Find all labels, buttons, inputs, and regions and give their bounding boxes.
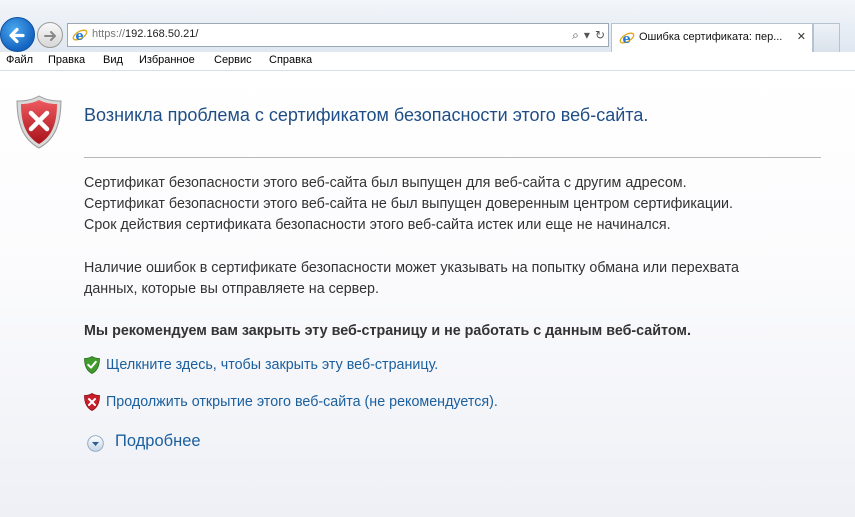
page-content: Возникла проблема с сертификатом безопас… bbox=[0, 71, 855, 517]
warning-line-2: данных, которые вы отправляете на сервер… bbox=[84, 281, 379, 297]
tab-active[interactable]: e Ошибка сертификата: пер... ✕ bbox=[611, 23, 813, 52]
svg-text:e: e bbox=[76, 29, 84, 43]
search-icon[interactable]: ⌕ bbox=[572, 27, 579, 43]
menu-file[interactable]: Файл bbox=[6, 54, 33, 66]
ie-tab-icon: e bbox=[619, 32, 635, 46]
address-bar[interactable]: e https://192.168.50.21/ ⌕ ▾ ↻ bbox=[67, 23, 609, 47]
shield-check-icon bbox=[84, 356, 100, 374]
more-info-link[interactable]: Подробнее bbox=[115, 432, 201, 451]
browser-chrome: e https://192.168.50.21/ ⌕ ▾ ↻ e Ошибка … bbox=[0, 0, 855, 52]
reason-3: Срок действия сертификата безопасности э… bbox=[84, 217, 671, 233]
menu-view[interactable]: Вид bbox=[103, 54, 123, 66]
menu-bar: Файл Правка Вид Избранное Сервис Справка bbox=[0, 52, 855, 71]
page-title: Возникла проблема с сертификатом безопас… bbox=[84, 105, 649, 125]
back-button[interactable] bbox=[0, 17, 35, 52]
svg-text:e: e bbox=[623, 32, 631, 46]
menu-favorites[interactable]: Избранное bbox=[139, 54, 195, 66]
menu-tools[interactable]: Сервис bbox=[214, 54, 252, 66]
warning-line-1: Наличие ошибок в сертификате безопасност… bbox=[84, 260, 739, 276]
forward-arrow-icon bbox=[44, 31, 56, 41]
shield-error-icon bbox=[16, 95, 62, 149]
close-tab-icon[interactable]: ✕ bbox=[797, 30, 806, 43]
url-text: https://192.168.50.21/ bbox=[92, 28, 199, 40]
menu-edit[interactable]: Правка bbox=[48, 54, 85, 66]
menu-help[interactable]: Справка bbox=[269, 54, 312, 66]
new-tab-button[interactable] bbox=[813, 23, 840, 52]
tab-title: Ошибка сертификата: пер... bbox=[639, 31, 783, 43]
expand-chevron-icon[interactable] bbox=[87, 435, 104, 452]
reason-2: Сертификат безопасности этого веб-сайта … bbox=[84, 196, 734, 212]
back-arrow-icon bbox=[9, 27, 25, 44]
forward-button[interactable] bbox=[37, 22, 63, 48]
divider bbox=[84, 157, 821, 158]
continue-link[interactable]: Продолжить открытие этого веб-сайта (не … bbox=[106, 394, 498, 410]
shield-error-small-icon bbox=[84, 393, 100, 411]
ie-icon: e bbox=[72, 29, 88, 43]
reason-1: Сертификат безопасности этого веб-сайта … bbox=[84, 175, 687, 191]
close-page-link[interactable]: Щелкните здесь, чтобы закрыть эту веб-ст… bbox=[106, 357, 438, 373]
dropdown-arrow-icon[interactable]: ▾ bbox=[584, 27, 590, 43]
refresh-icon[interactable]: ↻ bbox=[595, 27, 605, 43]
recommendation: Мы рекомендуем вам закрыть эту веб-стран… bbox=[84, 323, 691, 339]
